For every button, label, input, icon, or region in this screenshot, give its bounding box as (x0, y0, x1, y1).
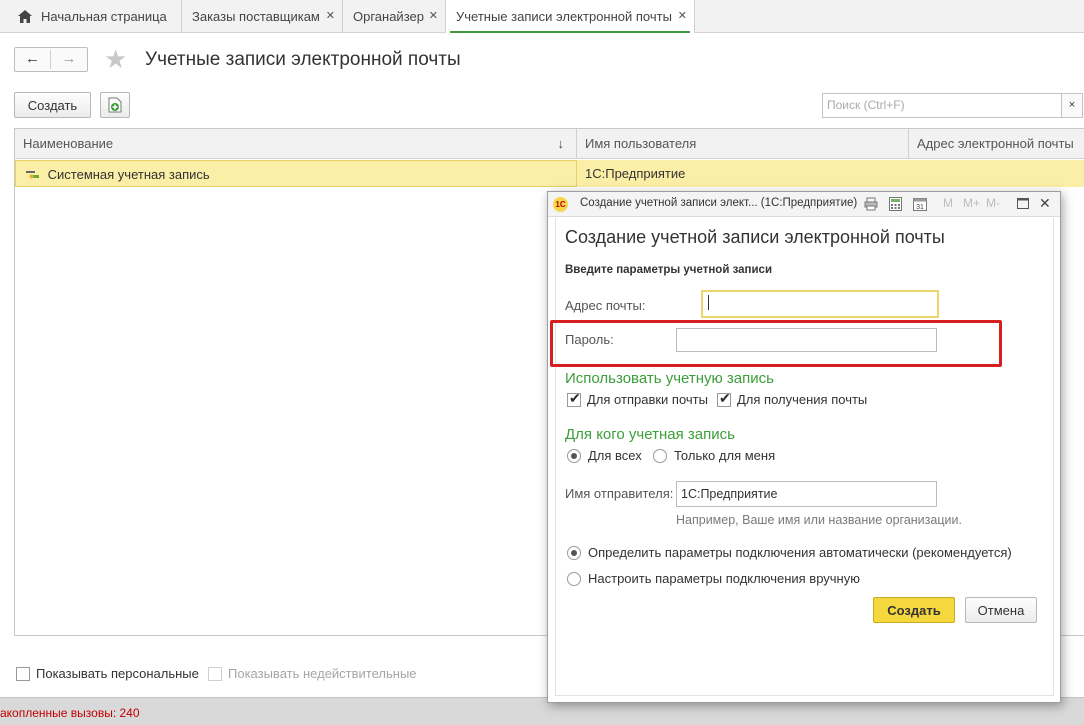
text-cursor (708, 295, 709, 310)
tab-bar: Начальная страница Заказы поставщикам ✕ … (0, 0, 1084, 33)
column-header-user[interactable]: Имя пользователя (577, 129, 909, 159)
page-title: Учетные записи электронной почты (145, 49, 461, 70)
email-label: Адрес почты: (565, 298, 646, 313)
star-icon[interactable]: ★ (104, 44, 127, 75)
create-button[interactable]: Создать (873, 597, 955, 623)
history-nav: ← → (14, 47, 88, 72)
show-invalid-label: Показывать недействительные (228, 666, 417, 681)
add-document-icon (108, 97, 122, 113)
use-send-option[interactable]: Для отправки почты (567, 390, 708, 407)
memory-add-icon[interactable]: M+ (963, 196, 980, 210)
memory-subtract-icon[interactable]: M- (986, 196, 1000, 210)
tab-home[interactable]: Начальная страница (0, 0, 182, 33)
cell-name-text: Системная учетная запись (47, 167, 210, 182)
tab-email-accounts[interactable]: Учетные записи электронной почты ✕ (446, 0, 695, 33)
column-name-label: Наименование (23, 136, 114, 151)
tab-supplier-orders[interactable]: Заказы поставщикам ✕ (182, 0, 343, 33)
dialog-titlebar: 1С Создание учетной записи элект... (1С:… (548, 192, 1060, 217)
cell-user: 1С:Предприятие (585, 166, 686, 181)
tab-organizer[interactable]: Органайзер ✕ (343, 0, 446, 33)
print-icon[interactable] (864, 197, 878, 211)
table-header: Наименование ↓ Имя пользователя Адрес эл… (15, 129, 1084, 159)
show-personal-checkbox[interactable] (16, 666, 30, 681)
column-header-name[interactable]: Наименование ↓ (15, 129, 577, 159)
only-me-option[interactable]: Только для меня (653, 448, 775, 463)
sort-down-icon: ↓ (557, 136, 565, 151)
cell-name: Системная учетная запись (15, 160, 577, 187)
sender-name-field[interactable]: 1С:Предприятие (676, 481, 937, 507)
tab-email-accounts-label: Учетные записи электронной почты (456, 9, 672, 24)
copy-button[interactable] (100, 92, 130, 118)
tab-supplier-orders-label: Заказы поставщикам (192, 9, 320, 24)
manual-params-label: Настроить параметры подключения вручную (588, 571, 860, 586)
use-receive-option[interactable]: Для получения почты (717, 390, 868, 407)
use-account-section-title: Использовать учетную запись (565, 370, 774, 387)
dialog-caption: Создание учетной записи элект... (1С:Пре… (580, 197, 858, 209)
for-all-option[interactable]: Для всех (567, 448, 642, 463)
calculator-icon[interactable] (889, 197, 902, 211)
use-send-label: Для отправки почты (587, 392, 708, 407)
for-whom-section-title: Для кого учетная запись (565, 426, 735, 443)
show-personal-option[interactable]: Показывать персональные (16, 666, 199, 681)
tab-home-label: Начальная страница (41, 9, 167, 24)
back-button[interactable]: ← (15, 50, 51, 69)
close-icon[interactable]: ✕ (1039, 195, 1051, 212)
cancel-button[interactable]: Отмена (965, 597, 1037, 623)
app-logo-icon: 1С (553, 197, 568, 212)
dialog-heading: Создание учетной записи электронной почт… (565, 227, 945, 247)
only-me-label: Только для меня (674, 448, 776, 463)
tab-organizer-label: Органайзер (353, 9, 424, 24)
maximize-icon[interactable] (1017, 198, 1029, 209)
auto-params-option[interactable]: Определить параметры подключения автомат… (567, 545, 1012, 560)
use-send-checkbox[interactable] (567, 390, 581, 407)
auto-params-radio[interactable] (567, 545, 581, 560)
auto-params-label: Определить параметры подключения автомат… (588, 545, 1012, 560)
forward-button[interactable]: → (51, 50, 87, 67)
password-label: Пароль: (565, 332, 614, 347)
cell-email (909, 160, 1084, 187)
create-email-account-dialog: 1С Создание учетной записи элект... (1С:… (547, 191, 1061, 703)
column-header-email[interactable]: Адрес электронной почты (909, 129, 1084, 159)
table-row[interactable]: Системная учетная запись 1С:Предприятие (15, 160, 1084, 187)
search-input[interactable]: Поиск (Ctrl+F) (822, 93, 1062, 118)
show-invalid-checkbox[interactable] (208, 666, 222, 681)
use-receive-checkbox[interactable] (717, 390, 731, 407)
show-personal-label: Показывать персональные (36, 666, 199, 681)
password-field[interactable] (676, 328, 937, 352)
dialog-body: Создание учетной записи электронной почт… (550, 218, 1054, 696)
create-button[interactable]: Создать (14, 92, 91, 118)
svg-text:31: 31 (916, 204, 924, 211)
clear-search-button[interactable]: × (1061, 93, 1083, 118)
account-icon (26, 171, 39, 179)
manual-params-radio[interactable] (567, 571, 581, 586)
sender-label: Имя отправителя: (565, 486, 674, 501)
close-icon[interactable]: ✕ (326, 9, 335, 22)
home-icon (18, 10, 32, 23)
status-text: акопленные вызовы: 240 (0, 706, 140, 720)
manual-params-option[interactable]: Настроить параметры подключения вручную (567, 571, 860, 586)
email-field[interactable] (701, 290, 939, 318)
show-invalid-option[interactable]: Показывать недействительные (208, 666, 417, 681)
calendar-icon[interactable]: 31 (913, 197, 927, 211)
close-icon[interactable]: ✕ (429, 9, 438, 22)
memory-icon[interactable]: M (943, 196, 953, 210)
for-all-radio[interactable] (567, 448, 581, 463)
only-me-radio[interactable] (653, 448, 667, 463)
for-all-label: Для всех (588, 448, 642, 463)
dialog-subheading: Введите параметры учетной записи (565, 264, 773, 276)
sender-hint: Например, Ваше имя или название организа… (676, 513, 962, 527)
use-receive-label: Для получения почты (737, 392, 868, 407)
close-icon[interactable]: ✕ (678, 9, 687, 22)
